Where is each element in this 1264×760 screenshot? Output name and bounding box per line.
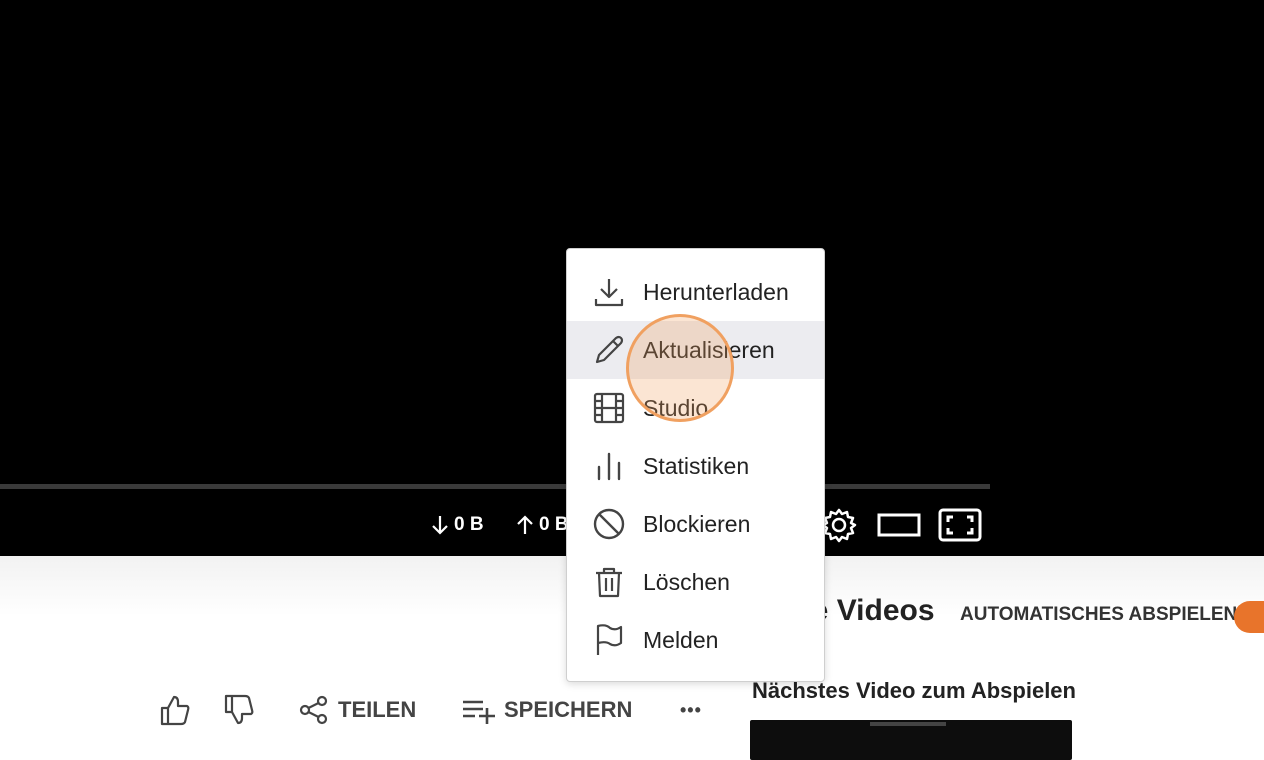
settings-gear-icon[interactable] bbox=[820, 506, 858, 544]
autoplay-label: AUTOMATISCHES ABSPIELEN bbox=[960, 604, 1238, 625]
save-button[interactable]: SPEICHERN bbox=[460, 690, 632, 730]
download-icon bbox=[594, 279, 624, 307]
arrow-down-icon bbox=[432, 516, 448, 535]
menu-item-update[interactable]: Aktualisieren bbox=[567, 321, 824, 379]
menu-item-label: Statistiken bbox=[643, 452, 750, 479]
next-video-thumbnail[interactable] bbox=[750, 720, 1072, 760]
menu-item-delete[interactable]: Löschen bbox=[567, 553, 824, 611]
fullscreen-icon[interactable] bbox=[938, 506, 982, 544]
menu-item-label: Studio bbox=[643, 394, 709, 421]
menu-item-label: Melden bbox=[643, 626, 719, 653]
menu-item-report[interactable]: Melden bbox=[567, 611, 824, 669]
trash-icon bbox=[596, 567, 622, 598]
more-options-button[interactable]: ••• bbox=[680, 690, 702, 730]
playlist-add-icon bbox=[463, 700, 495, 724]
theater-mode-icon[interactable] bbox=[876, 506, 922, 544]
flag-icon bbox=[596, 624, 623, 655]
menu-item-label: Löschen bbox=[643, 568, 730, 595]
menu-item-studio[interactable]: Studio bbox=[567, 379, 824, 437]
share-label: TEILEN bbox=[338, 697, 417, 722]
menu-item-label: Blockieren bbox=[643, 510, 751, 537]
autoplay-toggle[interactable] bbox=[1234, 601, 1264, 633]
download-stat: 0 B bbox=[430, 512, 484, 538]
bar-chart-icon bbox=[597, 452, 621, 481]
menu-item-label: Herunterladen bbox=[643, 278, 789, 305]
save-label: SPEICHERN bbox=[504, 697, 633, 722]
more-options-label: ••• bbox=[680, 699, 702, 720]
menu-item-block[interactable]: Blockieren bbox=[567, 495, 824, 553]
share-button[interactable]: TEILEN bbox=[298, 690, 416, 730]
pencil-icon bbox=[595, 335, 624, 364]
film-icon bbox=[593, 392, 625, 424]
block-icon bbox=[593, 508, 625, 540]
arrow-up-icon bbox=[517, 515, 533, 534]
thumbs-down-icon bbox=[224, 694, 254, 725]
like-button[interactable] bbox=[158, 690, 192, 730]
menu-item-statistics[interactable]: Statistiken bbox=[567, 437, 824, 495]
upload-stat: 0 B bbox=[515, 512, 569, 538]
progress-bar[interactable] bbox=[0, 484, 990, 489]
video-options-menu: Herunterladen Aktualisieren Studio Stati… bbox=[566, 248, 825, 682]
upload-stat-value: 0 B bbox=[539, 514, 569, 535]
thumbs-up-icon bbox=[160, 695, 190, 726]
dislike-button[interactable] bbox=[222, 690, 256, 730]
menu-item-label: Aktualisieren bbox=[643, 336, 775, 363]
menu-item-download[interactable]: Herunterladen bbox=[567, 263, 824, 321]
download-stat-value: 0 B bbox=[454, 514, 484, 535]
share-icon bbox=[299, 695, 328, 725]
